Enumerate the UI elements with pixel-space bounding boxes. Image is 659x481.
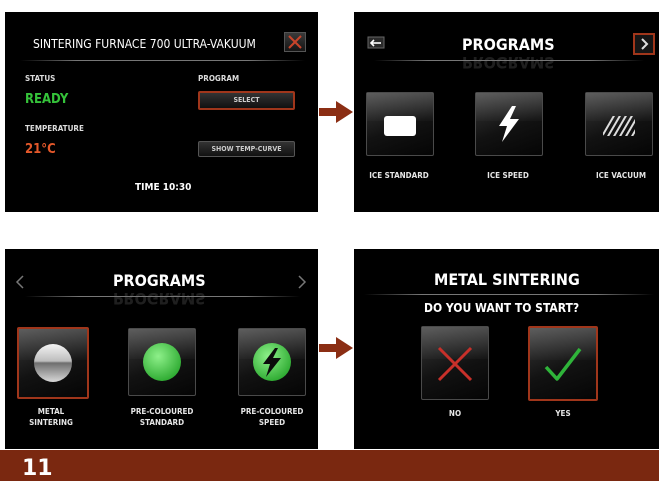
status-value: READY — [25, 92, 69, 107]
program-tile-ice-speed[interactable] — [475, 92, 543, 156]
white-square-icon — [384, 116, 416, 136]
chevron-right-icon — [641, 38, 649, 50]
programs-title-reflection: PROGRAMS — [462, 53, 555, 72]
close-icon — [288, 35, 302, 49]
program-label-ice-standard: ICE STANDARD — [369, 171, 429, 180]
arrow-right-icon — [319, 337, 353, 359]
silver-sphere-icon — [34, 344, 72, 382]
program-label-ice-vacuum: ICE VACUUM — [595, 171, 647, 180]
program-tile-ice-vacuum[interactable] — [585, 92, 653, 156]
screen-status: SINTERING FURNACE 700 ULTRA-VAKUUM STATU… — [5, 12, 318, 212]
lightning-icon — [499, 106, 519, 142]
program-tile-pre-coloured-standard[interactable] — [128, 328, 196, 396]
no-button[interactable] — [421, 326, 489, 400]
next-button[interactable] — [295, 273, 309, 291]
green-circle-icon — [143, 343, 181, 381]
footer-bar: 11 — [0, 450, 659, 481]
title-divider — [25, 296, 300, 297]
programs-title: PROGRAMS — [462, 35, 555, 54]
title-divider — [20, 60, 305, 61]
furnace-title: SINTERING FURNACE 700 ULTRA-VAKUUM — [33, 37, 256, 51]
prev-button[interactable] — [13, 273, 27, 291]
temperature-label: TEMPERATURE — [25, 124, 84, 133]
program-label-pre-coloured-speed: PRE-COLOURED SPEED — [240, 407, 304, 427]
back-button[interactable] — [366, 35, 386, 51]
program-label-ice-speed: ICE SPEED — [487, 171, 529, 180]
program-label: PROGRAM — [198, 74, 240, 83]
confirm-title: METAL SINTERING — [434, 270, 580, 289]
yes-button[interactable] — [528, 326, 598, 401]
temperature-value: 21°C — [25, 142, 56, 157]
program-label-metal-sintering: METAL SINTERING — [29, 407, 73, 427]
back-arrow-icon — [367, 36, 385, 49]
close-button[interactable] — [284, 32, 306, 52]
program-label-pre-coloured-standard: PRE-COLOURED STANDARD — [130, 407, 194, 427]
cross-icon — [437, 346, 473, 382]
page-number: 11 — [22, 456, 53, 481]
screen-programs-ice: PROGRAMS PROGRAMS ICE STANDARD ICE SPEED — [354, 12, 659, 212]
screen-confirm-start: METAL SINTERING DO YOU WANT TO START? NO… — [354, 249, 659, 449]
screen-programs-metal: PROGRAMS PROGRAMS METAL SINTERING PRE-CO… — [5, 249, 318, 449]
status-label: STATUS — [25, 74, 56, 83]
show-temp-curve-button[interactable]: SHOW TEMP-CURVE — [198, 141, 295, 157]
yes-label: YES — [555, 409, 571, 418]
confirm-question: DO YOU WANT TO START? — [424, 301, 580, 315]
arrow-right-icon — [319, 101, 353, 123]
program-tile-pre-coloured-speed[interactable] — [238, 328, 306, 396]
green-lightning-icon — [253, 343, 291, 381]
select-button[interactable]: SELECT — [198, 91, 295, 110]
hatched-square-icon — [603, 116, 635, 136]
chevron-left-icon — [15, 275, 24, 289]
no-label: NO — [448, 409, 462, 418]
next-button[interactable] — [633, 33, 655, 55]
program-tile-ice-standard[interactable] — [366, 92, 434, 156]
programs-title: PROGRAMS — [113, 271, 206, 290]
title-divider — [374, 60, 644, 61]
programs-title-reflection: PROGRAMS — [113, 289, 206, 308]
checkmark-icon — [544, 347, 582, 381]
title-divider — [364, 294, 654, 295]
program-tile-metal-sintering[interactable] — [17, 327, 89, 399]
time-display: TIME 10:30 — [135, 182, 192, 193]
chevron-right-icon — [298, 275, 307, 289]
